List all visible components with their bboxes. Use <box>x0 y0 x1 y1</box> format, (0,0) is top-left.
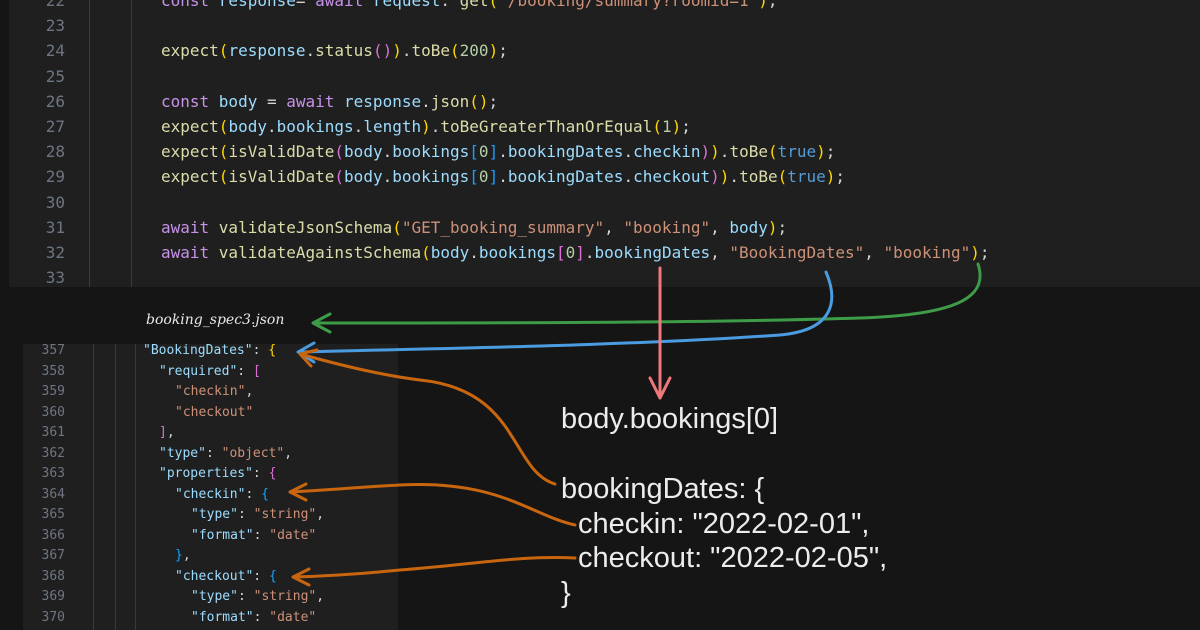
red-arrow <box>648 266 672 400</box>
orange-arrow <box>298 348 557 486</box>
orange-arrow <box>288 482 577 527</box>
arrow-overlay <box>288 262 982 587</box>
blue-arrow <box>296 270 834 364</box>
orange-arrow <box>291 555 577 587</box>
green-arrow <box>311 262 982 334</box>
